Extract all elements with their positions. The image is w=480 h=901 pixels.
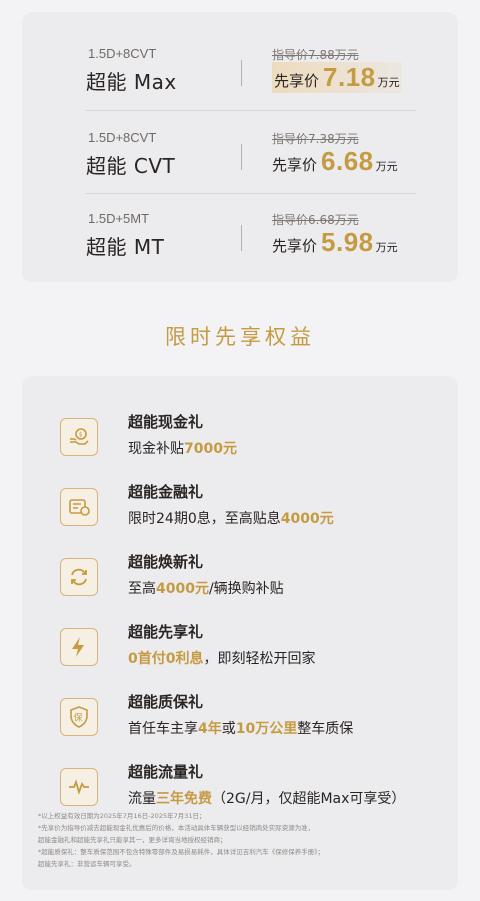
promo-price: 先享价 7.18 万元 xyxy=(272,62,402,93)
promo-value: 7.18 xyxy=(323,62,376,92)
benefit-desc: 限时24期0息，至高贴息4000元 xyxy=(128,508,334,528)
benefit-title: 超能现金礼 xyxy=(128,413,204,431)
powertrain-spec: 1.5D+8CVT xyxy=(88,46,157,61)
desc-text: 整车质保 xyxy=(297,721,354,737)
desc-text: 至高 xyxy=(128,581,156,597)
desc-text: 首任车主享 xyxy=(128,721,198,737)
benefit-warranty[interactable]: 保 超能质保礼 首任车主享4年或10万公里整车质保 xyxy=(22,688,458,748)
promo-label: 先享价 xyxy=(274,72,320,90)
footnote-line: *先享价为指导价减去超能现金礼优惠后的价格，本活动具体车辆获型以经销商处实际资源… xyxy=(38,824,315,832)
desc-highlight: 0首付0利息 xyxy=(128,651,204,667)
price-row-cvt[interactable]: 1.5D+8CVT 超能 CVT 指导价7.38万元 先享价 6.68 万元 xyxy=(22,96,458,182)
desc-text: ，即刻轻松开回家 xyxy=(203,651,316,667)
data-pulse-icon xyxy=(60,768,98,806)
divider xyxy=(241,60,242,86)
section-title: 限时先享权益 xyxy=(165,325,315,349)
guide-price: 指导价7.88万元 xyxy=(272,48,359,62)
footnote-line: *以上权益有效日期为2025年7月16日-2025年7月31日； xyxy=(38,812,206,820)
promo-unit: 万元 xyxy=(375,160,398,173)
benefit-title: 超能流量礼 xyxy=(128,763,204,781)
benefit-desc: 流量三年免费（2G/月，仅超能Max可享受） xyxy=(128,788,405,808)
benefit-title: 超能先享礼 xyxy=(128,623,204,641)
benefit-desc: 首任车主享4年或10万公里整车质保 xyxy=(128,718,353,738)
benefit-title: 超能焕新礼 xyxy=(128,553,204,571)
benefit-title: 超能质保礼 xyxy=(128,693,204,711)
guide-price: 指导价7.38万元 xyxy=(272,132,359,146)
trade-in-icon xyxy=(60,558,98,596)
lightning-icon xyxy=(60,628,98,666)
benefit-title: 超能金融礼 xyxy=(128,483,204,501)
desc-text: 限时24期0息，至高贴息 xyxy=(128,511,281,527)
desc-highlight: 4000元 xyxy=(156,581,209,597)
cash-gift-icon: $ xyxy=(60,418,98,456)
desc-text: 流量 xyxy=(128,791,156,807)
powertrain-spec: 1.5D+5MT xyxy=(88,211,150,226)
footnotes: *以上权益有效日期为2025年7月16日-2025年7月31日； *先享价为指导… xyxy=(38,810,438,870)
promo-unit: 万元 xyxy=(375,241,398,254)
footnote-line: 超能金融礼和超能先享礼只能享其一，更多详询当地授权经销商； xyxy=(38,836,227,844)
desc-highlight: 10万公里 xyxy=(235,721,298,737)
divider xyxy=(241,144,242,170)
desc-highlight: 三年免费 xyxy=(156,791,212,807)
desc-text: /辆换购补贴 xyxy=(208,581,284,597)
guide-price: 指导价6.68万元 xyxy=(272,213,359,227)
desc-text: 现金补贴 xyxy=(128,441,184,457)
model-name: 超能 MT xyxy=(86,235,165,259)
benefit-desc: 现金补贴7000元 xyxy=(128,438,237,458)
promo-price: 先享价 6.68 万元 xyxy=(272,146,398,177)
benefit-cash[interactable]: $ 超能现金礼 现金补贴7000元 xyxy=(22,408,458,468)
price-row-max[interactable]: 1.5D+8CVT 超能 Max 指导价7.88万元 先享价 7.18 万元 xyxy=(22,12,458,98)
svg-text:$: $ xyxy=(79,432,83,439)
benefit-desc: 至高4000元/辆换购补贴 xyxy=(128,578,284,598)
svg-text:保: 保 xyxy=(74,712,83,724)
promo-label: 先享价 xyxy=(272,156,318,174)
promo-unit: 万元 xyxy=(377,76,400,89)
price-row-mt[interactable]: 1.5D+5MT 超能 MT 指导价6.68万元 先享价 5.98 万元 xyxy=(22,177,458,263)
promo-label: 先享价 xyxy=(272,237,318,255)
desc-highlight: 4000元 xyxy=(280,511,334,527)
desc-text: 或 xyxy=(221,721,236,737)
benefit-finance[interactable]: 超能金融礼 限时24期0息，至高贴息4000元 xyxy=(22,478,458,538)
benefit-desc: 0首付0利息，即刻轻松开回家 xyxy=(128,648,315,668)
desc-text: （2G/月，仅超能Max可享受） xyxy=(212,791,406,807)
warranty-shield-icon: 保 xyxy=(60,698,98,736)
benefit-early-access[interactable]: 超能先享礼 0首付0利息，即刻轻松开回家 xyxy=(22,618,458,678)
promo-value: 5.98 xyxy=(321,227,374,257)
benefit-trade-in[interactable]: 超能焕新礼 至高4000元/辆换购补贴 xyxy=(22,548,458,608)
powertrain-spec: 1.5D+8CVT xyxy=(88,130,157,145)
model-name: 超能 Max xyxy=(86,70,177,94)
benefit-data-plan[interactable]: 超能流量礼 流量三年免费（2G/月，仅超能Max可享受） xyxy=(22,758,458,818)
finance-icon xyxy=(60,488,98,526)
desc-highlight: 4年 xyxy=(198,721,222,737)
footnote-line: *超能质保礼：整车质保范围不包含特殊零部件及易损易耗件，具体详见吉利汽车《保修保… xyxy=(38,848,324,856)
footnote-line: 超能先享礼：非营运车辆可享受。 xyxy=(38,860,136,868)
model-name: 超能 CVT xyxy=(86,154,176,178)
promo-value: 6.68 xyxy=(321,146,374,176)
price-card: 1.5D+8CVT 超能 Max 指导价7.88万元 先享价 7.18 万元 1.5… xyxy=(22,12,458,282)
divider xyxy=(241,225,242,251)
promo-price: 先享价 5.98 万元 xyxy=(272,227,398,258)
desc-highlight: 7000元 xyxy=(184,441,237,457)
